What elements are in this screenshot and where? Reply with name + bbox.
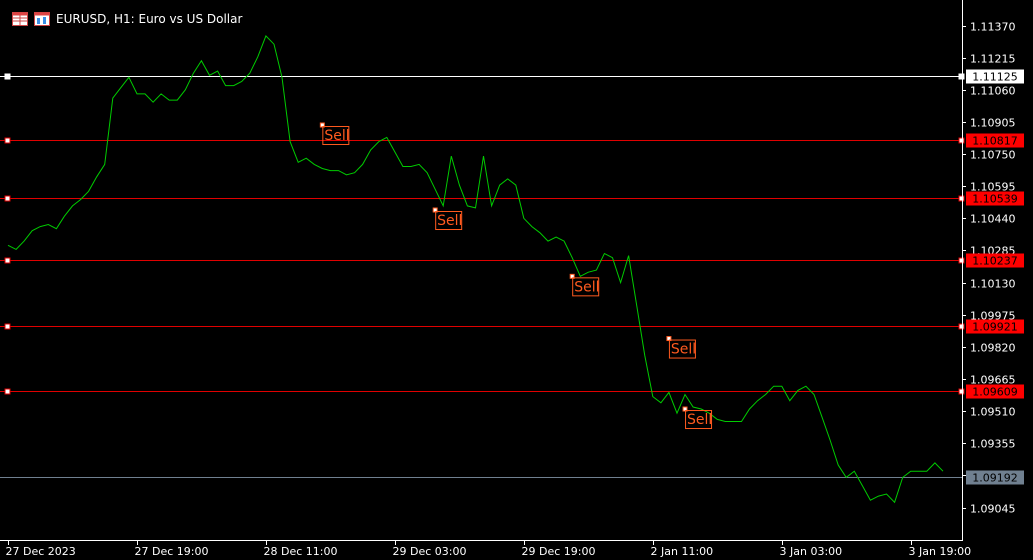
level-price-tag-label: 1.09192 [972,472,1018,485]
sell-label: Sell [574,279,599,295]
chart-title-bar: EURUSD, H1: Euro vs US Dollar [12,10,242,28]
y-tick-label: 1.11060 [970,85,1016,98]
level-handle-right [958,257,965,264]
x-tick-label: 27 Dec 19:00 [135,545,209,558]
chart-background [0,0,1033,560]
level-handle-left [4,73,11,80]
x-tick-label: 28 Dec 11:00 [264,545,338,558]
y-tick-label: 1.09820 [970,342,1016,355]
sell-label: Sell [324,128,349,144]
x-tick-label: 27 Dec 2023 [6,545,76,558]
y-tick-label: 1.11215 [970,53,1016,66]
y-tick-label: 1.09355 [970,438,1016,451]
level-price-tag-label: 1.10539 [972,193,1018,206]
y-tick-label: 1.10440 [970,213,1016,226]
y-tick-label: 1.09510 [970,406,1016,419]
level-price-tag-label: 1.09921 [972,321,1018,334]
table-icon[interactable] [12,12,28,26]
y-tick-label: 1.10905 [970,117,1016,130]
x-tick-label: 3 Jan 19:00 [909,545,972,558]
price-chart[interactable]: Sell Sell Sell Sell Sell 1.11370 1.11215 1.110… [0,0,1033,560]
level-handle-right [958,73,965,80]
level-handle-right [958,323,965,330]
level-handle-left [4,388,11,395]
y-tick-label: 1.09045 [970,503,1016,516]
y-tick-label: 1.11370 [970,21,1016,34]
level-price-tag-label: 1.09609 [972,386,1018,399]
level-price-tag-label: 1.10237 [972,255,1018,268]
x-tick-label: 2 Jan 11:00 [651,545,714,558]
chart-title: EURUSD, H1: Euro vs US Dollar [56,12,243,26]
level-handle-left [4,257,11,264]
level-price-tag-label: 1.11125 [972,71,1018,84]
y-tick-label: 1.10750 [970,149,1016,162]
x-tick-label: 29 Dec 19:00 [522,545,596,558]
sell-label: Sell [437,213,462,229]
x-tick-label: 3 Jan 03:00 [780,545,843,558]
level-handle-right [958,137,965,144]
level-handle-left [4,137,11,144]
sell-label: Sell [687,412,712,428]
sell-label: Sell [671,342,696,358]
level-handle-left [4,195,11,202]
level-handle-right [958,195,965,202]
chart-icon[interactable] [34,12,50,26]
y-tick-label: 1.10130 [970,278,1016,291]
level-price-tag-label: 1.10817 [972,135,1018,148]
x-tick-label: 29 Dec 03:00 [393,545,467,558]
level-handle-right [958,388,965,395]
level-handle-left [4,323,11,330]
